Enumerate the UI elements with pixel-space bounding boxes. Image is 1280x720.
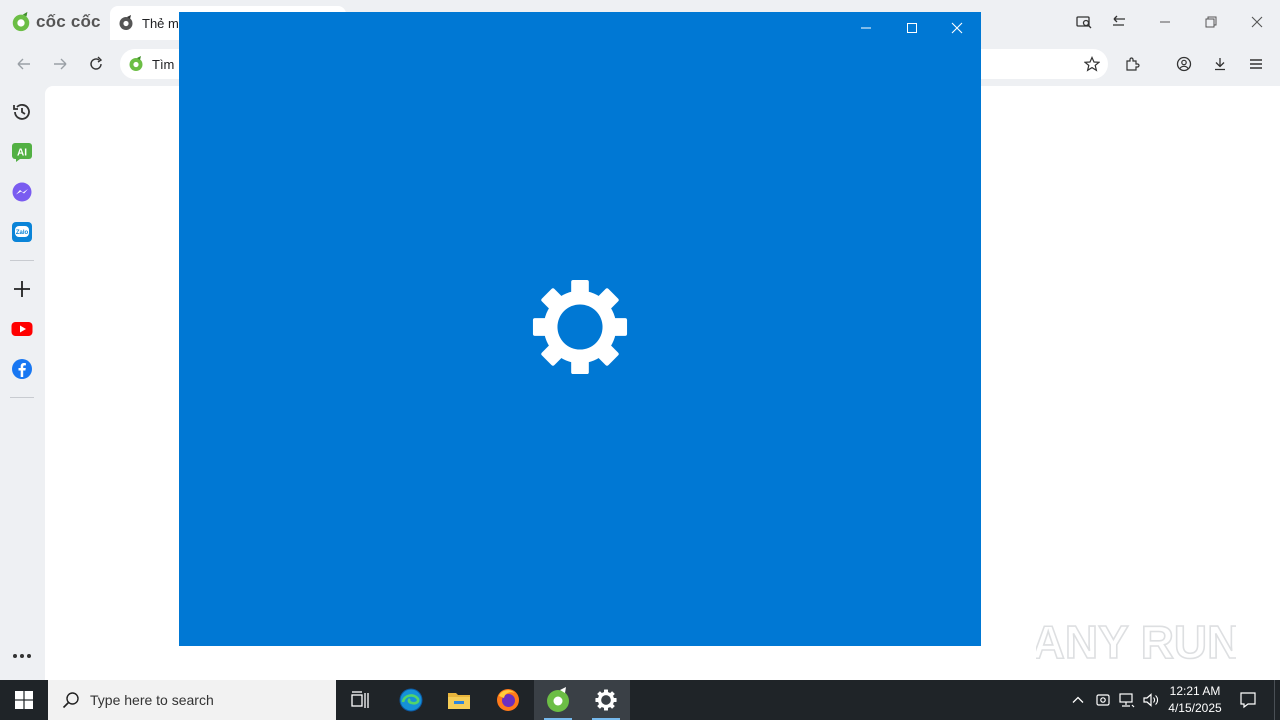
gear-icon [532, 279, 628, 375]
search-icon [62, 692, 79, 709]
address-bar-text: Tìm [152, 56, 175, 72]
coccoc-favicon-icon [119, 15, 133, 30]
sidebar-add-button[interactable] [10, 277, 34, 301]
settings-minimize-button[interactable] [843, 12, 889, 44]
taskbar-edge[interactable] [387, 680, 435, 720]
close-icon [1251, 16, 1263, 28]
sidebar-more-button[interactable] [10, 644, 34, 668]
start-button[interactable] [0, 680, 48, 720]
sidebar-messenger[interactable] [10, 180, 34, 204]
ai-chat-icon: AI [12, 143, 32, 162]
arrow-right-icon [54, 58, 67, 70]
browser-restore-button[interactable] [1197, 8, 1225, 36]
clock-date: 4/15/2025 [1168, 701, 1222, 715]
zalo-icon: Zalo [12, 222, 32, 242]
screen-search-icon [1076, 16, 1092, 29]
windows-logo-icon [15, 691, 33, 709]
maximize-icon [907, 23, 917, 33]
minimize-icon [1160, 21, 1170, 23]
minimize-icon [861, 27, 871, 29]
watermark-text: ANY RUN [1036, 616, 1236, 668]
coccoc-logo-icon [12, 11, 30, 32]
puzzle-icon [1126, 57, 1140, 71]
anyrun-watermark: ANY RUN [1036, 615, 1236, 669]
tray-overflow-button[interactable] [1068, 690, 1088, 710]
settings-close-button[interactable] [934, 12, 980, 44]
speaker-icon [1143, 693, 1158, 707]
youtube-icon [11, 322, 33, 336]
close-icon [951, 22, 963, 34]
taskbar-file-explorer[interactable] [435, 680, 483, 720]
task-view-button[interactable] [336, 680, 384, 720]
sidebar-history[interactable] [10, 100, 34, 124]
notification-center-button[interactable] [1234, 680, 1262, 720]
tray-volume[interactable] [1141, 690, 1161, 710]
back-button[interactable] [10, 50, 38, 78]
hamburger-menu-icon [1250, 59, 1262, 69]
taskbar-settings[interactable] [582, 680, 630, 720]
chevron-up-icon [1072, 696, 1084, 703]
messenger-icon [12, 182, 32, 202]
browser-minimize-button[interactable] [1151, 8, 1179, 36]
reload-button[interactable] [82, 50, 110, 78]
taskbar: Type here to search 12:21 AM 4/15/2025 [0, 680, 1280, 720]
menu-button[interactable] [1242, 50, 1270, 78]
settings-maximize-button[interactable] [889, 12, 935, 44]
clock-time: 12:21 AM [1169, 684, 1221, 698]
browser-close-button[interactable] [1243, 8, 1271, 36]
svg-text:AI: AI [17, 148, 27, 159]
brand-name: cốc cốc [36, 12, 101, 31]
sidebar-separator [10, 397, 34, 398]
sidebar-youtube[interactable] [10, 317, 34, 341]
coccoc-browser-icon [547, 687, 569, 712]
bookmark-button[interactable] [1078, 50, 1106, 78]
tab-title: Thẻ m [142, 15, 179, 31]
search-placeholder: Type here to search [90, 692, 214, 708]
star-icon [1084, 56, 1100, 72]
reload-icon [90, 56, 103, 70]
sidebar-ai[interactable]: AI [10, 140, 34, 164]
notification-icon [1240, 692, 1256, 709]
sidebar-facebook[interactable] [10, 357, 34, 381]
taskbar-search-box[interactable]: Type here to search [48, 680, 336, 720]
taskbar-coccoc[interactable] [534, 680, 582, 720]
firefox-icon [497, 689, 519, 711]
tray-network[interactable] [1117, 690, 1137, 710]
history-icon [13, 104, 30, 120]
restore-icon [1205, 16, 1217, 28]
settings-splash-window [179, 12, 981, 646]
arrow-left-icon [17, 58, 30, 70]
downloads-button[interactable] [1206, 50, 1234, 78]
coccoc-search-icon [129, 56, 143, 71]
svg-text:Zalo: Zalo [16, 230, 29, 236]
facebook-icon [12, 359, 32, 379]
sidebar-zalo[interactable]: Zalo [10, 220, 34, 244]
download-icon [1215, 58, 1225, 71]
forward-button[interactable] [46, 50, 74, 78]
task-view-icon [351, 691, 369, 708]
gear-icon [595, 689, 617, 711]
tray-meet-now[interactable] [1093, 690, 1113, 710]
show-desktop-button[interactable] [1274, 680, 1280, 720]
plus-icon [14, 281, 30, 297]
user-circle-icon [1176, 56, 1192, 72]
edge-browser-icon [399, 688, 423, 712]
swap-arrows-icon [1113, 15, 1125, 26]
coccoc-logo[interactable]: cốc cốc [10, 10, 101, 34]
camera-icon [1096, 694, 1110, 706]
browser-sidebar: AI Zalo [0, 88, 44, 680]
taskbar-firefox[interactable] [484, 680, 532, 720]
more-dots-icon [13, 654, 31, 658]
taskbar-clock[interactable]: 12:21 AM 4/15/2025 [1162, 683, 1228, 717]
folder-icon [448, 693, 470, 709]
tab-search-button[interactable] [1105, 8, 1133, 36]
extensions-button[interactable] [1118, 50, 1146, 78]
profile-button[interactable] [1170, 50, 1198, 78]
network-icon [1119, 693, 1135, 708]
sidebar-separator [10, 260, 34, 261]
screen-capture-button[interactable] [1070, 8, 1098, 36]
